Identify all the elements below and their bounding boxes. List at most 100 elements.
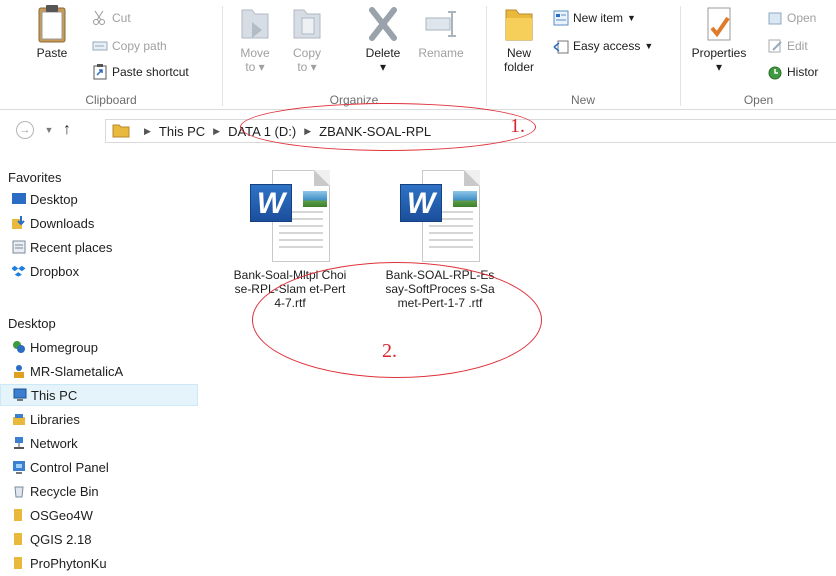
ribbon: Paste Cut Copy path Paste shortcut Clipb… (0, 0, 836, 110)
sidebar-item-osgeo4w[interactable]: OSGeo4W (0, 504, 210, 526)
sidebar-item-label: Desktop (30, 191, 78, 207)
sidebar-header-desktop[interactable]: Desktop (0, 312, 210, 334)
new-group: New folder New item ▼ Easy access ▼ New (487, 0, 679, 110)
folder-icon (12, 532, 26, 546)
cut-button[interactable]: Cut (92, 8, 131, 28)
delete-dropdown-icon: ▾ (379, 60, 387, 74)
recycle-bin-icon (12, 484, 26, 498)
sidebar-item-recycle-bin[interactable]: Recycle Bin (0, 480, 210, 502)
breadcrumb-separator[interactable]: ▶ (144, 126, 151, 137)
user-icon (12, 364, 26, 378)
delete-label: Delete (365, 46, 401, 60)
downloads-icon (12, 216, 26, 230)
annotation-ellipse-1 (240, 103, 536, 151)
file-list: W Bank-Soal-Mltpl Choise-RPL-Slam et-Per… (215, 160, 836, 576)
sidebar-item-label: MR-SlametalicA (30, 363, 124, 379)
delete-button[interactable]: Delete ▾ (359, 4, 407, 74)
open-button[interactable]: Open (767, 8, 816, 28)
history-label: Histor (787, 65, 819, 79)
sidebar-item-user[interactable]: MR-SlametalicA (0, 360, 210, 382)
sidebar-item-control-panel[interactable]: Control Panel (0, 456, 210, 478)
paste-label: Paste (36, 46, 68, 60)
annotation-number-2: 2. (382, 340, 397, 362)
sidebar-item-qgis[interactable]: QGIS 2.18 (0, 528, 210, 550)
sidebar-item-label: Control Panel (30, 459, 109, 475)
recent-places-icon (12, 240, 26, 254)
easy-access-label: Easy access (573, 39, 641, 53)
move-to-button[interactable]: Move to ▾ (233, 4, 277, 74)
sidebar-item-label: ProPhytonKu (30, 555, 107, 571)
organize-group: Move to ▾ Copy to ▾ Delete ▾ Rename Orga… (223, 0, 485, 110)
sidebar-item-label: QGIS 2.18 (30, 531, 92, 547)
new-folder-button[interactable]: New folder (497, 4, 541, 74)
back-button[interactable]: → (14, 119, 36, 141)
move-to-label-2: to ▾ (245, 60, 265, 74)
sidebar-item-label: Dropbox (30, 263, 80, 279)
sidebar-item-network[interactable]: Network (0, 432, 210, 454)
new-item-icon (553, 10, 569, 26)
sidebar-item-label: Libraries (30, 411, 80, 427)
sidebar-item-downloads[interactable]: Downloads (0, 212, 210, 234)
breadcrumb-separator[interactable]: ▶ (213, 126, 220, 137)
copy-path-button[interactable]: Copy path (92, 36, 167, 56)
sidebar-item-label: OSGeo4W (30, 507, 93, 523)
clipboard-icon (37, 4, 67, 44)
rename-button[interactable]: Rename (413, 4, 469, 60)
open-group-label: Open (743, 93, 774, 107)
sidebar-item-prophytonku[interactable]: ProPhytonKu (0, 552, 210, 574)
paste-button[interactable]: Paste (30, 4, 74, 60)
desktop-icon (12, 192, 26, 206)
up-arrow-icon: ↑ (63, 121, 71, 138)
word-document-icon: W (250, 170, 330, 262)
open-icon (767, 10, 783, 26)
copy-to-button[interactable]: Copy to ▾ (285, 4, 329, 74)
navigation-pane: Favorites Desktop Downloads Recent place… (0, 160, 210, 576)
sidebar-item-recent-places[interactable]: Recent places (0, 236, 210, 258)
annotation-ellipse-2 (252, 262, 542, 378)
rename-icon (424, 4, 458, 44)
copy-to-label-2: to ▾ (297, 60, 317, 74)
paste-shortcut-label: Paste shortcut (112, 65, 189, 79)
copy-to-label: Copy (292, 46, 321, 60)
back-arrow-icon: → (16, 121, 34, 139)
sidebar-header-favorites[interactable]: Favorites (0, 166, 210, 188)
control-panel-icon (12, 460, 26, 474)
properties-icon (704, 4, 734, 44)
delete-x-icon (366, 4, 400, 44)
move-to-label: Move (240, 46, 270, 60)
properties-label: Properties (691, 46, 747, 60)
new-folder-label: New (506, 46, 531, 60)
up-button[interactable]: ↑ (56, 119, 78, 141)
copy-path-label: Copy path (112, 39, 167, 53)
edit-icon (767, 38, 783, 54)
new-folder-label-2: folder (503, 60, 535, 74)
sidebar-item-dropbox[interactable]: Dropbox (0, 260, 210, 282)
sidebar-item-label: Network (30, 435, 78, 451)
sidebar-item-desktop[interactable]: Desktop (0, 188, 210, 210)
paste-shortcut-button[interactable]: Paste shortcut (92, 62, 189, 82)
sidebar-item-homegroup[interactable]: Homegroup (0, 336, 210, 358)
breadcrumb-this-pc[interactable]: This PC (159, 124, 205, 139)
easy-access-dropdown-icon: ▼ (644, 41, 654, 51)
easy-access-icon (553, 38, 569, 54)
clipboard-group-label: Clipboard (85, 93, 137, 107)
new-group-label: New (570, 93, 595, 107)
easy-access-button[interactable]: Easy access ▼ (553, 36, 653, 56)
network-icon (12, 436, 26, 450)
sidebar-item-this-pc[interactable]: This PC (0, 384, 198, 406)
sidebar-item-label: Downloads (30, 215, 95, 231)
new-item-dropdown-icon: ▼ (627, 13, 636, 23)
edit-button[interactable]: Edit (767, 36, 808, 56)
cut-label: Cut (112, 11, 131, 25)
folder-icon (12, 556, 26, 570)
folder-icon (112, 124, 130, 138)
rename-label: Rename (418, 46, 464, 60)
properties-button[interactable]: Properties ▾ (687, 4, 751, 74)
edit-label: Edit (787, 39, 808, 53)
new-folder-icon (504, 4, 534, 44)
sidebar-item-label: Homegroup (30, 339, 98, 355)
history-button[interactable]: Histor (767, 62, 818, 82)
new-item-button[interactable]: New item ▼ (553, 8, 636, 28)
copy-to-icon (290, 4, 324, 44)
sidebar-item-libraries[interactable]: Libraries (0, 408, 210, 430)
